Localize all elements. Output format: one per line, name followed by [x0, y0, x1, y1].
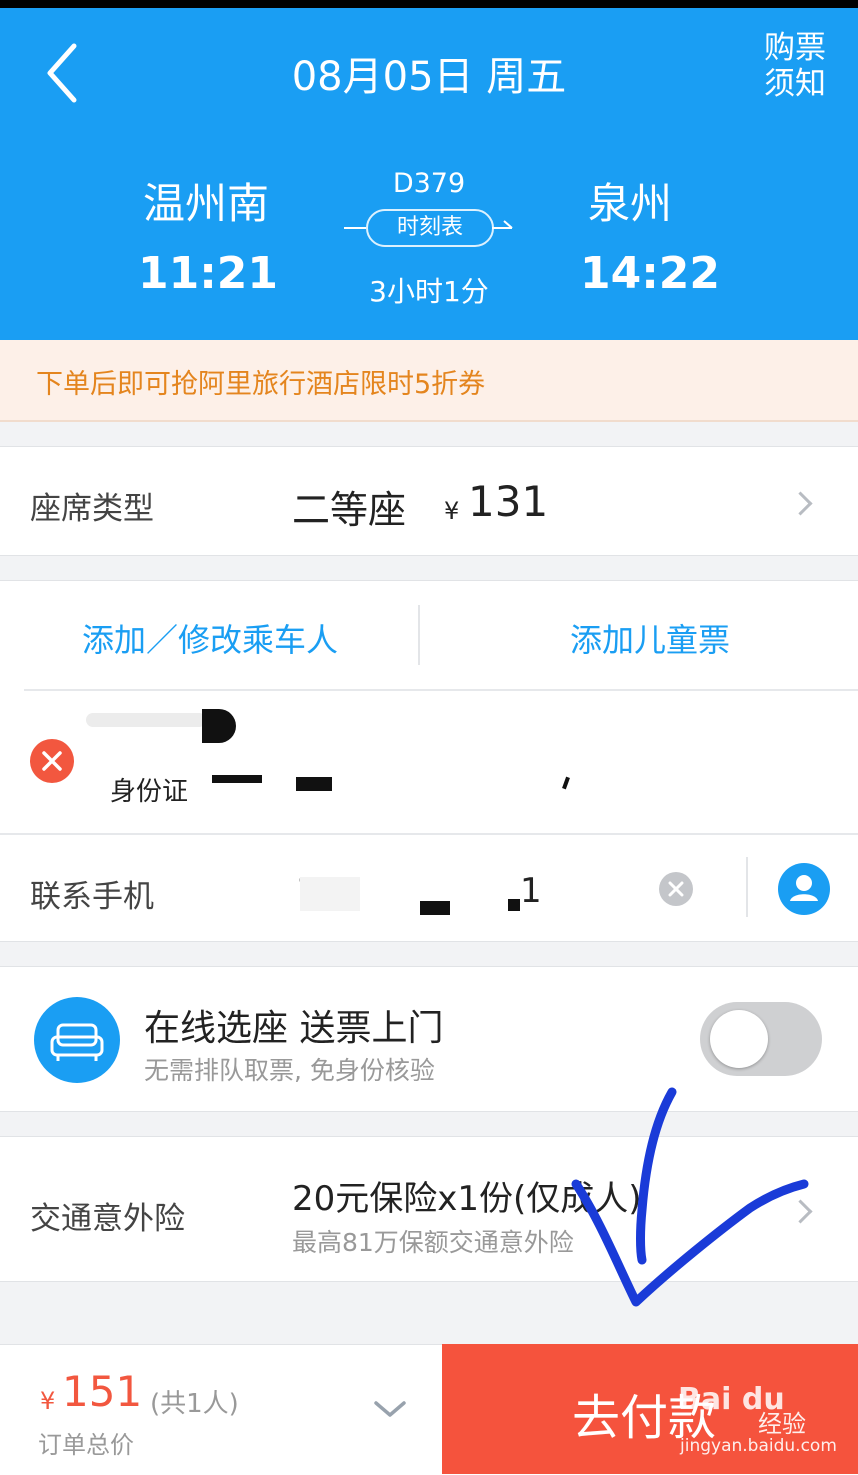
notice-line-2: 须知: [764, 66, 826, 102]
watermark-suffix: 经验: [758, 1410, 806, 1438]
sofa-icon: [34, 997, 120, 1083]
promo-text: 下单后即可抢阿里旅行酒店限时5折券: [36, 369, 486, 400]
redaction-mark: [562, 776, 570, 790]
checkmark-annotation: [571, 1087, 809, 1307]
redacted-name: [86, 713, 206, 727]
page-title: 08月05日 周五: [291, 54, 567, 100]
pay-button[interactable]: 去付款 Bai du 经验 jingyan.baidu.com: [442, 1344, 858, 1474]
divider: [0, 833, 858, 835]
toggle-knob: [710, 1010, 768, 1068]
seat-service-title: 在线选座 送票上门: [144, 1008, 444, 1049]
arrival-station: 泉州: [587, 179, 672, 228]
watermark-url: jingyan.baidu.com: [680, 1436, 837, 1456]
redacted-phone: [300, 877, 360, 911]
chevron-right-icon: [788, 491, 813, 516]
remove-passenger-icon[interactable]: [30, 739, 74, 783]
phone-digit-end: 1: [520, 871, 542, 911]
departure-time: 11:21: [137, 248, 279, 299]
passenger-item: 身份证: [0, 691, 858, 831]
add-edit-passenger-button[interactable]: 添加／修改乘车人: [40, 615, 380, 661]
departure-station: 温州南: [142, 179, 269, 228]
arrival-time: 14:22: [579, 248, 721, 299]
redaction-mark: [420, 901, 450, 915]
insurance-label: 交通意外险: [30, 1201, 185, 1237]
notice-line-1: 购票: [764, 30, 826, 66]
promo-banner[interactable]: 下单后即可抢阿里旅行酒店限时5折券: [0, 340, 858, 422]
contacts-icon[interactable]: [778, 863, 830, 915]
train-number: D379: [392, 168, 466, 199]
timetable-button[interactable]: 时刻表: [366, 209, 494, 247]
order-total-label: 订单总价: [38, 1431, 134, 1459]
trip-header: 08月05日 周五 购票 须知 温州南 11:21 D379 时刻表 3小时1分…: [0, 8, 858, 340]
redaction-mark: [508, 899, 520, 911]
divider: [418, 605, 420, 665]
add-child-ticket-button[interactable]: 添加儿童票: [460, 615, 840, 661]
clear-input-icon[interactable]: [658, 871, 694, 907]
divider: [746, 857, 748, 917]
seat-type-row[interactable]: 座席类型 二等座 ¥ 131: [0, 446, 858, 556]
chevron-down-icon[interactable]: [372, 1397, 408, 1421]
trip-duration: 3小时1分: [369, 275, 489, 308]
total-price: 151: [62, 1367, 143, 1416]
total-currency: ¥: [40, 1387, 56, 1415]
redaction-mark: [212, 775, 262, 783]
contact-phone-label: 联系手机: [30, 879, 154, 915]
id-type-label: 身份证: [110, 777, 189, 807]
currency-symbol: ¥: [444, 497, 460, 525]
passenger-section: 添加／修改乘车人 添加儿童票 身份证 联系手机 1 1: [0, 580, 858, 942]
seat-type-label: 座席类型: [30, 491, 154, 527]
purchase-notice-link[interactable]: 购票 须知: [748, 30, 842, 102]
status-bar: [0, 0, 858, 8]
seat-price: 131: [468, 477, 549, 526]
redaction-mark: [202, 709, 236, 743]
insurance-subtitle: 最高81万保额交通意外险: [292, 1228, 574, 1257]
seat-class: 二等座: [292, 488, 407, 532]
passenger-count: (共1人): [150, 1389, 239, 1419]
redaction-mark: [296, 777, 332, 791]
seat-service-subtitle: 无需排队取票, 免身份核验: [144, 1056, 435, 1085]
